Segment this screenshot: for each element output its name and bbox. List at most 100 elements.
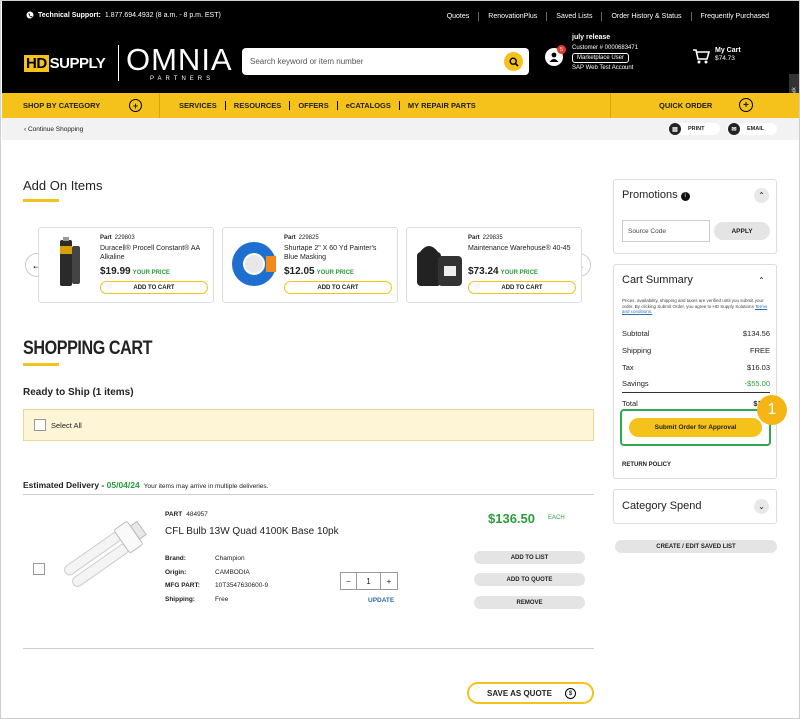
- nav-offers[interactable]: OFFERS: [289, 101, 336, 110]
- nav-ecatalogs[interactable]: eCATALOGS: [336, 101, 399, 110]
- hd-supply-logo[interactable]: HD SUPPLY: [24, 55, 106, 72]
- update-link[interactable]: UPDATE: [368, 597, 394, 604]
- account-info[interactable]: july release Customer # 0000683471 Marke…: [572, 33, 638, 73]
- summary-row: Shipping FREE: [622, 346, 770, 355]
- summary-row: Tax $16.03: [622, 363, 770, 372]
- add-to-quote-button[interactable]: ADD TO QUOTE: [474, 573, 585, 586]
- link-saved-lists[interactable]: Saved Lists: [546, 12, 601, 21]
- mini-cart[interactable]: My Cart $74.73: [715, 47, 741, 63]
- addon-card: Part 229835 Maintenance Warehouse® 40-45 …: [406, 227, 582, 303]
- info-icon[interactable]: i: [680, 192, 690, 201]
- add-to-cart-button[interactable]: ADD TO CART: [468, 281, 576, 294]
- printer-icon: ▤: [669, 123, 681, 135]
- quantity-input[interactable]: 1: [357, 573, 381, 589]
- savings-value: -$55.00: [744, 379, 770, 388]
- select-all-row[interactable]: Select All: [23, 409, 594, 441]
- mfg-part-value: 10T3547630600-9: [215, 582, 269, 589]
- shopping-cart-title: SHOPPING CART: [23, 338, 153, 359]
- add-to-cart-button[interactable]: ADD TO CART: [100, 281, 208, 294]
- apply-button[interactable]: APPLY: [714, 222, 770, 240]
- cfl-bulb-product-image: [64, 520, 147, 587]
- remove-button[interactable]: REMOVE: [474, 596, 585, 609]
- save-as-quote-label: SAVE AS QUOTE: [487, 688, 552, 698]
- save-as-quote-button[interactable]: SAVE AS QUOTE $: [467, 682, 594, 704]
- item-name[interactable]: CFL Bulb 13W Quad 4100K Base 10pk: [165, 526, 339, 537]
- brand-value: Champion: [215, 555, 245, 562]
- chevron-down-icon[interactable]: ⌄: [754, 499, 769, 514]
- estimated-delivery-date: 05/04/24: [106, 480, 140, 490]
- link-quotes[interactable]: Quotes: [438, 12, 479, 21]
- email-label: EMAIL: [747, 126, 765, 132]
- quick-order[interactable]: QUICK ORDER +: [610, 93, 799, 118]
- add-on-items-title: Add On Items: [23, 178, 103, 193]
- item-part: PART 484957: [165, 511, 208, 518]
- item-checkbox[interactable]: [33, 563, 45, 575]
- cart-icon[interactable]: [692, 48, 710, 64]
- shop-by-category-label: SHOP BY CATEGORY: [23, 101, 101, 110]
- source-code-input[interactable]: Source Code: [622, 220, 710, 242]
- shipping-label: Shipping:: [165, 595, 195, 603]
- total-divider: [622, 392, 770, 393]
- shop-by-category[interactable]: SHOP BY CATEGORY +: [2, 93, 160, 118]
- select-all-checkbox[interactable]: [34, 419, 46, 431]
- addon-part: Part 229835: [468, 235, 503, 241]
- category-spend-title: Category Spend: [622, 500, 702, 512]
- utility-bar: Technical Support: 1.877.694.4932 (8 a.m…: [2, 1, 799, 31]
- price-tag: YOUR PRICE: [132, 270, 170, 276]
- part-label: Part: [100, 235, 112, 241]
- add-to-cart-button[interactable]: ADD TO CART: [284, 281, 392, 294]
- email-button[interactable]: ✉ EMAIL: [727, 123, 777, 135]
- logo-divider: [118, 45, 119, 81]
- phone-icon: [26, 11, 34, 19]
- save-icon: $: [565, 688, 576, 699]
- part-number: 229803: [114, 235, 135, 241]
- nav-my-repair-parts[interactable]: MY REPAIR PARTS: [398, 101, 484, 110]
- create-saved-list-button[interactable]: CREATE / EDIT SAVED LIST: [615, 540, 777, 553]
- print-button[interactable]: ▤ PRINT: [668, 123, 720, 135]
- search-button[interactable]: [504, 52, 523, 71]
- link-renovationplus[interactable]: RenovationPlus: [478, 12, 546, 21]
- page-frame: Technical Support: 1.877.694.4932 (8 a.m…: [0, 0, 800, 719]
- quantity-stepper: − 1 +: [340, 572, 398, 590]
- add-to-list-button[interactable]: ADD TO LIST: [474, 551, 585, 564]
- link-order-history[interactable]: Order History & Status: [601, 12, 690, 21]
- addon-part: Part 229825: [284, 235, 319, 241]
- addon-part: Part 229803: [100, 235, 135, 241]
- link-frequently-purchased[interactable]: Frequently Purchased: [690, 12, 778, 21]
- search-icon: [508, 56, 519, 67]
- summary-row: Subtotal $134.56: [622, 329, 770, 338]
- addon-card: Part 229825 Shurtape 2" X 60 Yd Painter's…: [222, 227, 398, 303]
- category-spend-panel[interactable]: Category Spend ⌄: [613, 489, 777, 524]
- account-name: july release: [572, 34, 611, 41]
- nav-services[interactable]: SERVICES: [179, 101, 225, 110]
- addon-product-name[interactable]: Shurtape 2" X 60 Yd Painter's Blue Maski…: [284, 244, 392, 262]
- chevron-up-icon[interactable]: ⌃: [754, 273, 769, 288]
- increment-button[interactable]: +: [381, 573, 397, 589]
- addon-card: Part 229803 Duracell® Procell Constant® A…: [38, 227, 214, 303]
- submit-order-button[interactable]: Submit Order for Approval: [629, 418, 762, 437]
- price-value: $73.24: [468, 266, 499, 277]
- quick-order-label: QUICK ORDER: [659, 101, 713, 110]
- return-policy-link[interactable]: RETURN POLICY: [622, 462, 671, 468]
- chevron-up-icon[interactable]: ⌃: [754, 188, 769, 203]
- mfg-part-label: MFG PART:: [165, 582, 200, 589]
- addon-product-name[interactable]: Duracell® Procell Constant® AA Alkaline: [100, 244, 208, 262]
- notification-badge: 5: [557, 45, 566, 54]
- nav-resources[interactable]: RESOURCES: [224, 101, 290, 110]
- continue-shopping-link[interactable]: ‹ Continue Shopping: [24, 126, 83, 133]
- account-role-badge: Marketplace User: [572, 53, 630, 63]
- price-value: $12.05: [284, 266, 315, 277]
- plus-icon: +: [739, 98, 753, 112]
- item-price: $136.50: [488, 511, 535, 526]
- battery-product-image: [60, 237, 80, 286]
- estimated-delivery: Estimated Delivery - 05/04/24 Your items …: [23, 480, 268, 490]
- addon-product-name[interactable]: Maintenance Warehouse® 40-45: [468, 244, 576, 253]
- decrement-button[interactable]: −: [341, 573, 357, 589]
- addon-price: $73.24 YOUR PRICE: [468, 266, 538, 277]
- price-unit: EACH: [548, 515, 565, 521]
- divider: [23, 648, 594, 649]
- logo-hd-mark: HD: [24, 55, 49, 72]
- search-input[interactable]: Search keyword or item number: [242, 48, 529, 75]
- support-label: Technical Support:: [38, 11, 101, 19]
- cart-summary-panel: Cart Summary ⌃ Prices, availability, shi…: [613, 264, 777, 479]
